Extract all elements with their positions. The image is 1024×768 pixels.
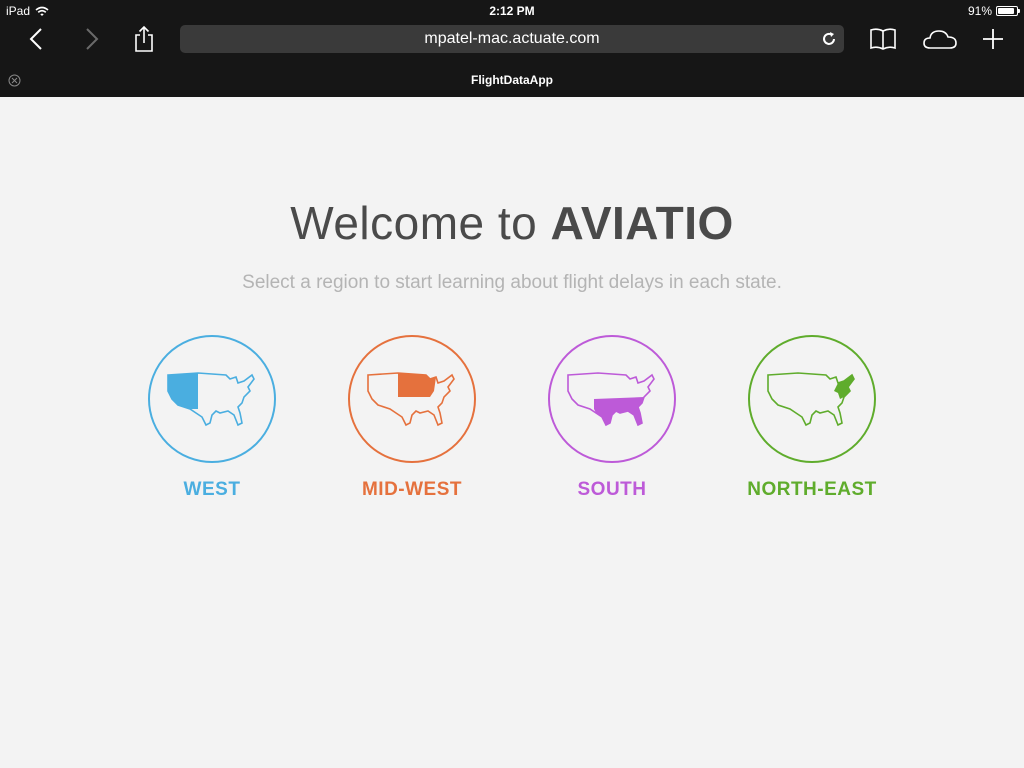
us-map-northeast-icon: [767, 372, 855, 427]
region-west[interactable]: WEST: [112, 335, 312, 501]
page-subtitle: Select a region to start learning about …: [242, 272, 782, 293]
region-label[interactable]: NORTH-EAST: [712, 479, 912, 501]
battery-icon: [996, 6, 1020, 16]
region-label[interactable]: MID-WEST: [312, 479, 512, 501]
chevron-right-icon: [86, 28, 99, 50]
welcome-prefix: Welcome to: [290, 197, 551, 249]
region-label[interactable]: WEST: [112, 479, 312, 501]
back-button[interactable]: [24, 22, 48, 56]
battery-fill: [998, 8, 1015, 14]
status-time: 2:12 PM: [489, 4, 535, 18]
region-circle[interactable]: [148, 335, 276, 463]
page-title: Welcome to AVIATIO: [0, 196, 1024, 250]
forward-button[interactable]: [80, 22, 104, 56]
share-button[interactable]: [130, 22, 158, 56]
tab-title[interactable]: FlightDataApp: [0, 73, 1024, 87]
battery-percent: 91%: [967, 4, 992, 18]
icloud-tabs-button[interactable]: [920, 22, 960, 56]
share-icon: [135, 25, 153, 52]
us-map-midwest-icon: [367, 372, 455, 427]
reload-icon[interactable]: [820, 30, 838, 48]
us-map-west-icon: [167, 372, 255, 427]
us-map-south-icon: [567, 372, 655, 427]
region-northeast[interactable]: NORTH-EAST: [712, 335, 912, 501]
chevron-left-icon: [29, 28, 42, 50]
region-circle[interactable]: [348, 335, 476, 463]
plus-icon: [983, 29, 1003, 49]
cloud-icon: [923, 30, 957, 49]
url-field[interactable]: mpatel-mac.actuate.com: [180, 25, 844, 53]
browser-toolbar: mpatel-mac.actuate.com: [0, 22, 1024, 62]
brand-name: AVIATIO: [550, 197, 734, 249]
region-south[interactable]: SOUTH: [512, 335, 712, 501]
new-tab-button[interactable]: [980, 22, 1006, 56]
url-text: mpatel-mac.actuate.com: [424, 30, 600, 47]
tab-bar: FlightDataApp: [0, 62, 1024, 97]
region-circle[interactable]: [548, 335, 676, 463]
region-label[interactable]: SOUTH: [512, 479, 712, 501]
region-circle[interactable]: [748, 335, 876, 463]
book-icon: [870, 28, 896, 50]
region-midwest[interactable]: MID-WEST: [312, 335, 512, 501]
status-bar: iPad 2:12 PM 91%: [0, 0, 1024, 22]
status-right: 91%: [967, 4, 1020, 18]
bookmarks-button[interactable]: [868, 22, 898, 56]
